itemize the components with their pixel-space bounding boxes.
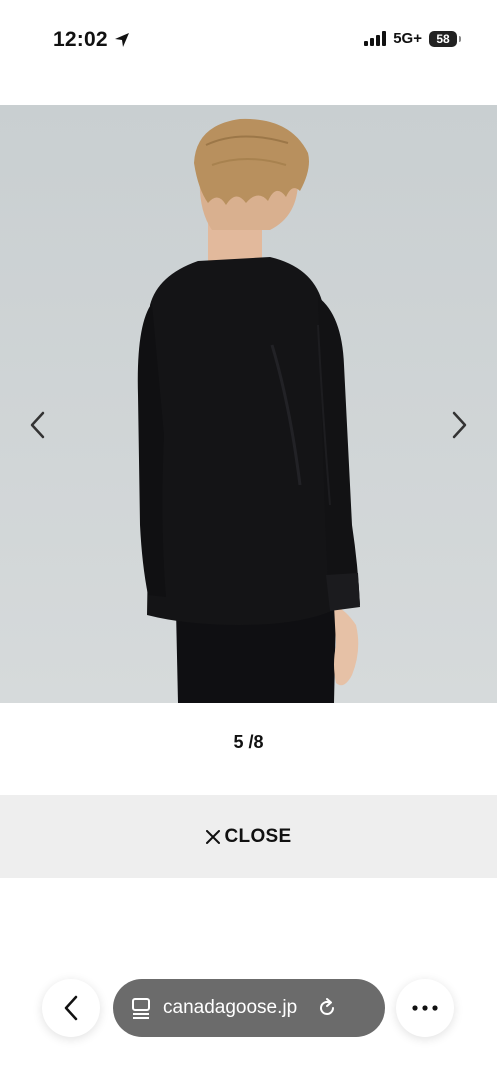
- battery-level: 58: [436, 31, 450, 46]
- time-label: 12:02: [53, 28, 108, 51]
- product-photo-model: [0, 105, 497, 703]
- status-bar: 12:02 5G+ 58: [0, 0, 497, 80]
- prev-image-button[interactable]: [18, 405, 58, 445]
- close-label: CLOSE: [224, 825, 292, 847]
- close-icon: [205, 829, 220, 844]
- chevron-left-icon: [30, 411, 45, 439]
- page-icon[interactable]: [131, 997, 151, 1019]
- more-options-button[interactable]: [396, 979, 454, 1037]
- network-label: 5G+: [393, 30, 422, 47]
- url-text: canadagoose.jp: [163, 997, 298, 1018]
- browser-back-button[interactable]: [42, 979, 100, 1037]
- status-indicators: 5G+ 58: [364, 30, 461, 47]
- reload-icon[interactable]: [317, 998, 337, 1018]
- image-counter: 5 /8: [233, 732, 264, 752]
- next-image-button[interactable]: [439, 405, 479, 445]
- battery-icon: 58: [429, 30, 461, 47]
- chevron-left-icon: [64, 995, 78, 1021]
- chevron-right-icon: [452, 411, 467, 439]
- signal-icon: [364, 31, 387, 46]
- status-time: 12:02: [53, 28, 130, 52]
- product-image: [0, 105, 497, 703]
- location-arrow-icon: [114, 33, 129, 47]
- ellipsis-icon: [412, 1005, 438, 1011]
- address-bar[interactable]: canadagoose.jp: [113, 979, 385, 1037]
- close-button[interactable]: CLOSE: [0, 795, 497, 878]
